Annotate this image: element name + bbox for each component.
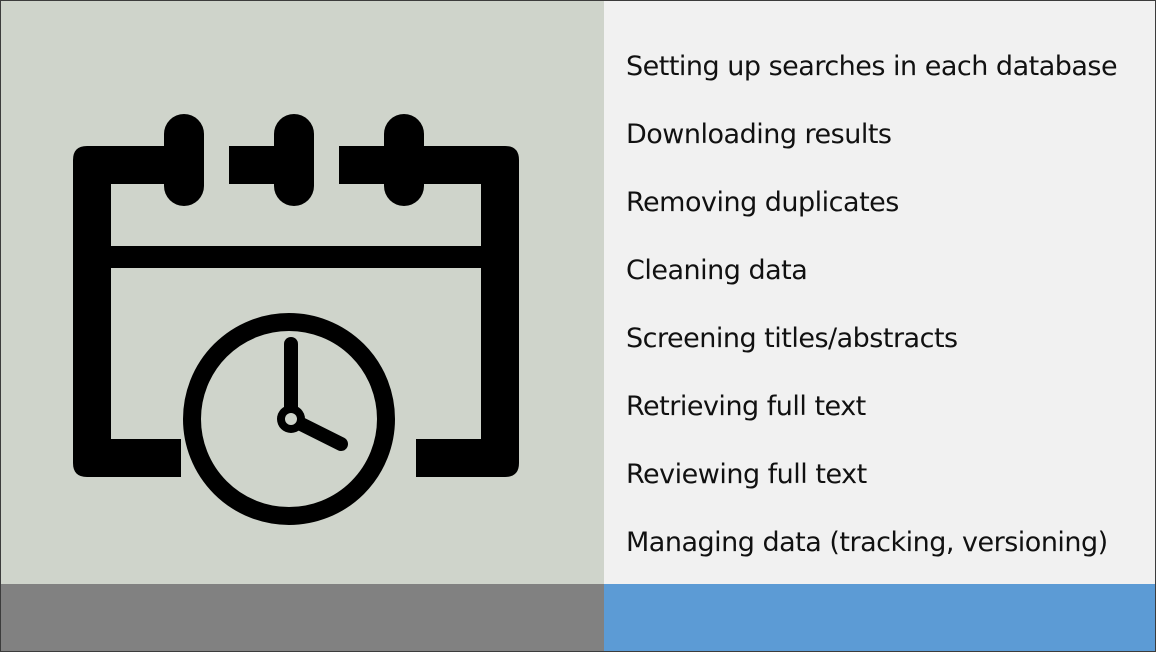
list-item: Removing duplicates xyxy=(626,187,899,218)
list-item: Screening titles/abstracts xyxy=(626,323,958,354)
list-item: Setting up searches in each database xyxy=(626,51,1118,82)
list-item: Downloading results xyxy=(626,119,892,150)
task-list: Setting up searches in each database Dow… xyxy=(626,43,1118,587)
list-item: Retrieving full text xyxy=(626,391,866,422)
footer-bar-right xyxy=(604,584,1155,651)
calendar-clock-icon xyxy=(73,114,519,525)
left-panel xyxy=(1,1,604,584)
footer-bar-left xyxy=(1,584,604,651)
slide: Setting up searches in each database Dow… xyxy=(0,0,1156,652)
list-item: Managing data (tracking, versioning) xyxy=(626,527,1108,558)
list-item: Reviewing full text xyxy=(626,459,867,490)
list-item: Cleaning data xyxy=(626,255,808,286)
